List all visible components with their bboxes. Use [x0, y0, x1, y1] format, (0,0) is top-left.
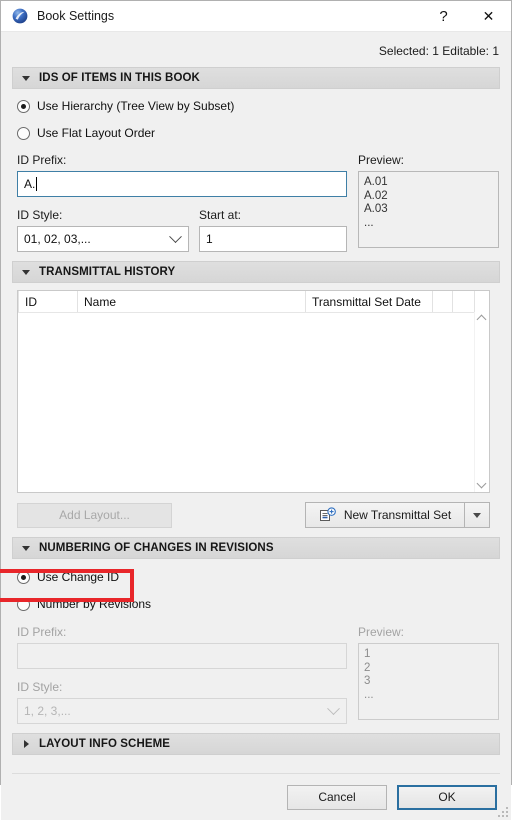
column-header-name[interactable]: Name — [78, 291, 306, 312]
id-prefix-input[interactable]: A. — [17, 171, 347, 197]
id-style-value: 01, 02, 03,... — [24, 232, 91, 246]
radio-use-flat-layout-order-label: Use Flat Layout Order — [37, 126, 156, 140]
chevron-down-icon — [473, 513, 481, 518]
preview-label-revisions: Preview: — [358, 625, 405, 639]
id-prefix-label-revisions: ID Prefix: — [17, 625, 67, 639]
cancel-button[interactable]: Cancel — [287, 784, 387, 810]
column-header-id[interactable]: ID — [18, 291, 78, 312]
section-title-ids-of-items: IDS OF ITEMS IN THIS BOOK — [39, 72, 200, 84]
new-transmittal-set-split-button[interactable]: New Transmittal Set — [305, 502, 490, 528]
preview-line: ... — [364, 216, 374, 229]
id-style-label: ID Style: — [17, 208, 63, 222]
radio-use-flat-layout-order[interactable]: Use Flat Layout Order — [17, 123, 500, 143]
dialog-content: Selected: 1 Editable: 1 IDS OF ITEMS IN … — [0, 32, 511, 774]
radio-use-change-id-label: Use Change ID — [37, 570, 120, 584]
preview-line: 3 — [364, 675, 371, 687]
section-header-numbering-of-changes[interactable]: NUMBERING OF CHANGES IN REVISIONS — [12, 537, 500, 559]
chevron-down-icon — [162, 229, 188, 244]
radio-use-flat-layout-order-indicator — [17, 126, 30, 140]
window-title: Book Settings — [37, 9, 115, 23]
preview-line: A.01 — [364, 176, 388, 188]
help-button[interactable]: ? — [421, 1, 466, 32]
preview-line: A.03 — [364, 203, 388, 215]
text-caret — [36, 177, 38, 191]
id-style-value-revisions: 1, 2, 3,... — [24, 704, 71, 718]
preview-line: 2 — [364, 661, 371, 674]
preview-line: 1 — [364, 648, 371, 660]
start-at-input[interactable]: 1 — [199, 226, 347, 252]
id-style-label-revisions: ID Style: — [17, 680, 63, 694]
section-header-ids-of-items[interactable]: IDS OF ITEMS IN THIS BOOK — [12, 67, 500, 89]
id-style-dropdown[interactable]: 01, 02, 03,... — [17, 226, 189, 252]
radio-use-hierarchy-label: Use Hierarchy (Tree View by Subset) — [37, 99, 235, 113]
column-header-extra-2[interactable] — [453, 291, 475, 312]
chevron-right-icon — [22, 739, 31, 749]
new-transmittal-set-button[interactable]: New Transmittal Set — [305, 502, 464, 528]
chevron-down-icon — [22, 74, 31, 83]
preview-line: A.02 — [364, 189, 388, 202]
section-header-layout-info-scheme[interactable]: LAYOUT INFO SCHEME — [12, 733, 500, 755]
transmittal-history-table[interactable]: ID Name Transmittal Set Date — [17, 290, 490, 493]
section-title-transmittal-history: TRANSMITTAL HISTORY — [39, 266, 176, 278]
column-header-extra-1[interactable] — [433, 291, 453, 312]
radio-use-change-id[interactable]: Use Change ID — [17, 567, 500, 587]
scroll-down-icon[interactable] — [478, 480, 487, 489]
table-header-row: ID Name Transmittal Set Date — [18, 291, 489, 313]
chevron-down-icon — [320, 701, 346, 716]
new-transmittal-set-dropdown-arrow[interactable] — [464, 502, 490, 528]
radio-number-by-revisions-indicator — [17, 597, 30, 611]
close-icon[interactable]: ✕ — [466, 1, 511, 32]
numbering-of-changes-body: Use Change ID Number by Revisions ID Pre… — [12, 567, 500, 724]
chevron-down-icon — [22, 268, 31, 277]
preview-label-ids: Preview: — [358, 153, 405, 167]
ok-button[interactable]: OK — [397, 784, 497, 810]
table-body-empty — [18, 313, 489, 492]
dialog-footer: Cancel OK — [1, 774, 511, 820]
radio-use-change-id-indicator — [17, 570, 30, 584]
id-prefix-input-revisions — [17, 643, 347, 669]
selection-status: Selected: 1 Editable: 1 — [378, 44, 499, 58]
start-at-label: Start at: — [199, 208, 242, 222]
transmittal-history-body: ID Name Transmittal Set Date Add Layout.… — [12, 290, 500, 528]
section-title-layout-info-scheme: LAYOUT INFO SCHEME — [39, 738, 171, 750]
preview-box-ids: A.01 A.02 A.03 ... — [358, 171, 499, 248]
book-settings-dialog: Book Settings ? ✕ Selected: 1 Editable: … — [0, 0, 512, 820]
chevron-down-icon — [22, 544, 31, 553]
resize-grip-icon[interactable] — [498, 807, 508, 817]
radio-use-hierarchy[interactable]: Use Hierarchy (Tree View by Subset) — [17, 96, 500, 116]
add-layout-button[interactable]: Add Layout... — [17, 502, 172, 528]
start-at-value: 1 — [206, 232, 213, 246]
preview-box-revisions: 1 2 3 ... — [358, 643, 499, 720]
id-style-dropdown-revisions: 1, 2, 3,... — [17, 698, 347, 724]
new-transmittal-set-icon — [319, 507, 337, 523]
preview-line: ... — [364, 688, 374, 701]
radio-use-hierarchy-indicator — [17, 99, 30, 113]
id-prefix-value: A. — [24, 177, 36, 191]
id-prefix-label: ID Prefix: — [17, 153, 67, 167]
section-title-numbering-of-changes: NUMBERING OF CHANGES IN REVISIONS — [39, 542, 274, 554]
section-header-transmittal-history[interactable]: TRANSMITTAL HISTORY — [12, 261, 500, 283]
table-vertical-scrollbar[interactable] — [474, 312, 489, 492]
radio-number-by-revisions[interactable]: Number by Revisions — [17, 594, 500, 614]
archicad-sphere-icon — [12, 8, 28, 24]
ids-of-items-body: Use Hierarchy (Tree View by Subset) Use … — [12, 96, 500, 252]
new-transmittal-set-label: New Transmittal Set — [343, 508, 452, 522]
column-header-transmittal-set-date[interactable]: Transmittal Set Date — [306, 291, 433, 312]
scroll-up-icon[interactable] — [478, 315, 487, 324]
title-bar: Book Settings ? ✕ — [1, 1, 511, 32]
radio-number-by-revisions-label: Number by Revisions — [37, 597, 152, 611]
